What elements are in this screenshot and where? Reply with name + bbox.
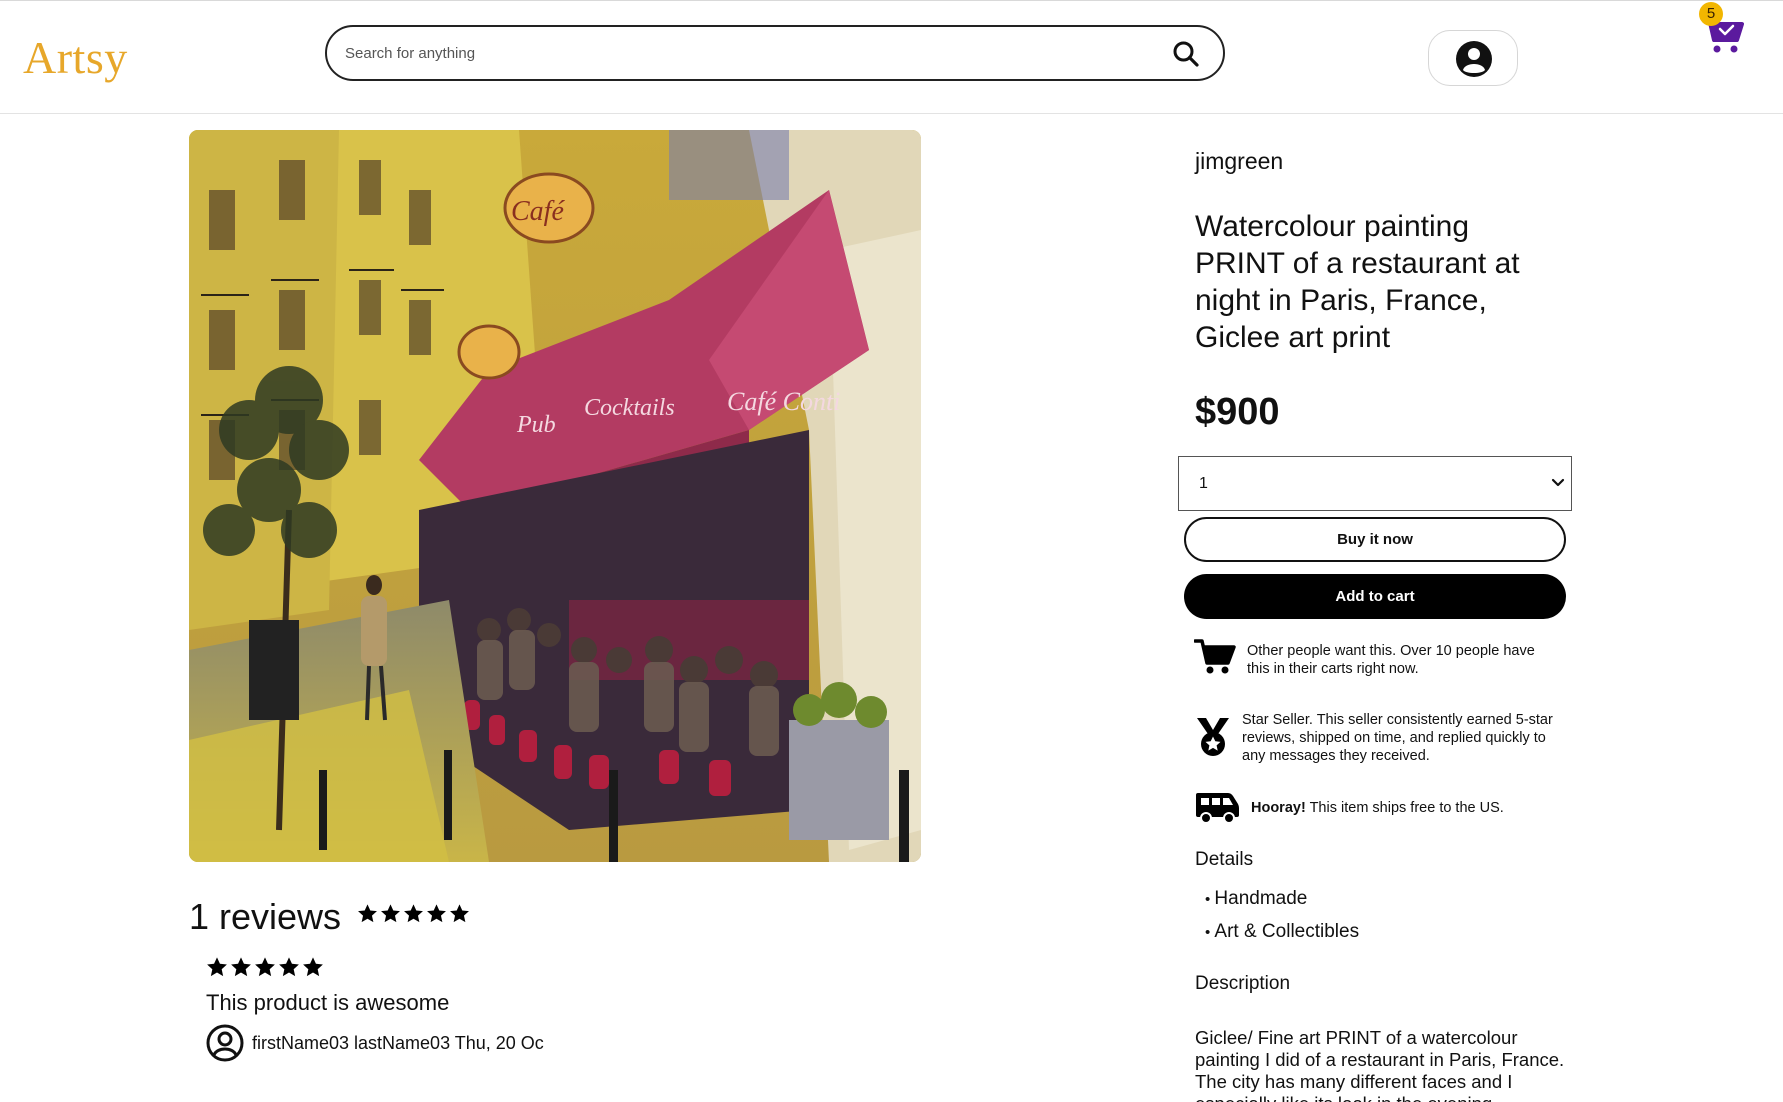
details-item: Handmade	[1205, 888, 1307, 910]
quantity-select[interactable]: 1	[1178, 456, 1572, 511]
star-icon	[358, 904, 377, 923]
product-title: Watercolour painting PRINT of a restaura…	[1195, 210, 1520, 354]
user-icon	[1456, 41, 1492, 77]
average-rating-stars	[357, 903, 470, 924]
review-author-name: firstName03 lastName03 Thu, 20 Oc	[252, 1032, 544, 1053]
star-icon	[231, 957, 251, 977]
buy-now-button[interactable]: Buy it now	[1184, 517, 1566, 562]
reviews-heading: 1 reviews	[189, 896, 342, 937]
painting-cafe-conti-sign: Café Conti	[727, 387, 840, 416]
description-heading: Description	[1195, 973, 1291, 994]
star-icon	[207, 957, 227, 977]
review-text: This product is awesome	[206, 990, 450, 1015]
search-button[interactable]	[1171, 39, 1201, 69]
painting-illustration: Café Pub Cocktails Café Conti	[189, 130, 921, 862]
star-icon	[255, 957, 275, 977]
details-item: Art & Collectibles	[1205, 921, 1359, 943]
cart-demand-note: Other people want this. Over 10 people h…	[1247, 643, 1535, 677]
product-image[interactable]: Café Pub Cocktails Café Conti	[189, 130, 921, 862]
star-icon	[450, 904, 469, 923]
painting-pub-sign: Pub	[516, 412, 556, 438]
star-icon	[279, 957, 299, 977]
star-icon	[404, 904, 423, 923]
review-rating-stars	[206, 956, 324, 978]
site-header: Artsy 5	[0, 0, 1783, 114]
product-price: $900	[1195, 391, 1280, 433]
medal-icon	[1197, 718, 1229, 756]
star-icon	[427, 904, 446, 923]
details-heading: Details	[1195, 849, 1254, 870]
site-logo[interactable]: Artsy	[23, 31, 128, 84]
account-button[interactable]	[1428, 30, 1518, 86]
description-text: Giclee/ Fine art PRINT of a watercolour …	[1195, 1027, 1565, 1102]
chevron-down-icon	[1551, 478, 1565, 487]
painting-cocktails-sign: Cocktails	[584, 395, 675, 421]
star-icon	[381, 904, 400, 923]
cart-count-badge: 5	[1699, 2, 1723, 26]
search-input[interactable]	[345, 39, 1145, 67]
painting-cafe-sign: Café	[511, 196, 565, 227]
cart-icon	[1194, 639, 1236, 674]
free-shipping-bold: Hooray!	[1251, 800, 1306, 816]
free-shipping-note: Hooray! This item ships free to the US.	[1251, 799, 1571, 817]
seller-name[interactable]: jimgreen	[1195, 148, 1283, 175]
star-icon	[303, 957, 323, 977]
search-icon	[1173, 41, 1199, 67]
user-circle-icon	[206, 1024, 244, 1062]
free-shipping-text: This item ships free to the US.	[1309, 800, 1504, 816]
truck-icon	[1196, 793, 1239, 824]
star-seller-note: Star Seller. This seller consistently ea…	[1242, 712, 1553, 764]
add-to-cart-button[interactable]: Add to cart	[1184, 574, 1566, 619]
search-bar	[325, 25, 1225, 81]
review-author: firstName03 lastName03 Thu, 20 Oc	[206, 1024, 544, 1062]
